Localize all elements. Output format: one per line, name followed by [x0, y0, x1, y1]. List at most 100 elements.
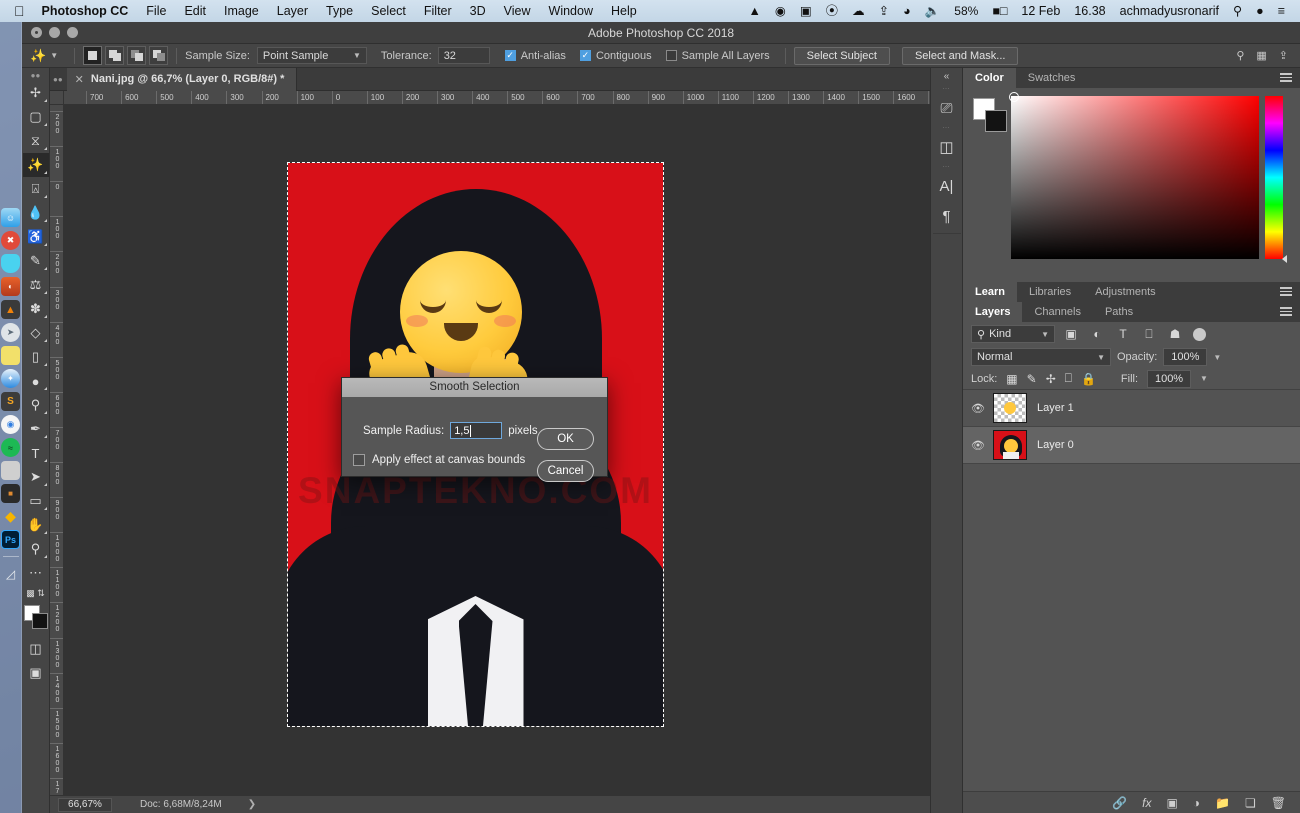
lock-all-icon[interactable]: 🔒	[1081, 372, 1096, 386]
new-group-icon[interactable]: 📁	[1215, 796, 1230, 810]
tab-learn[interactable]: Learn	[963, 282, 1017, 302]
foreground-background-colors[interactable]	[23, 605, 49, 631]
color-field[interactable]	[1009, 92, 1259, 259]
clone-stamp-tool[interactable]: ⚖	[23, 273, 49, 297]
dock-item-paragon-ntfs[interactable]	[1, 254, 20, 273]
rectangular-marquee-tool[interactable]: ▢	[23, 105, 49, 129]
dock-item-cleanmymac[interactable]: ✖	[1, 231, 20, 250]
filter-shape-icon[interactable]: ⎕	[1139, 325, 1159, 343]
vertical-ruler[interactable]: 2001000100200300400500600700800900100011…	[50, 105, 64, 795]
color-swatch-pair[interactable]	[973, 98, 1007, 132]
vlc-icon[interactable]: ▲	[742, 0, 768, 22]
layer-filter-kind-select[interactable]: ⚲ Kind ▼	[971, 325, 1055, 343]
canvas-viewport[interactable]: SNAPTEKNO.COM Smooth Selection Sample Ra…	[64, 105, 930, 795]
maximize-window-button[interactable]	[67, 27, 78, 38]
lock-artboard-icon[interactable]: ⎕	[1065, 371, 1072, 386]
menu-layer[interactable]: Layer	[268, 0, 317, 22]
filter-pixel-icon[interactable]: ▣	[1061, 325, 1081, 343]
arrange-documents-icon[interactable]: ▦	[1256, 49, 1266, 62]
layer-visibility-icon[interactable]: 👁	[963, 439, 993, 452]
battery-icon[interactable]: ■□	[985, 0, 1014, 22]
dock-item-stickies[interactable]	[1, 346, 20, 365]
tab-libraries[interactable]: Libraries	[1017, 282, 1083, 302]
path-selection-tool[interactable]: ➤	[23, 465, 49, 489]
panel-menu-icon[interactable]	[1280, 287, 1292, 298]
move-tool[interactable]: ✢	[23, 81, 49, 105]
panel-grip[interactable]: ⋯	[936, 84, 958, 93]
hand-tool[interactable]: ✋	[23, 513, 49, 537]
tab-layers[interactable]: Layers	[963, 302, 1023, 322]
new-layer-icon[interactable]: ❏	[1245, 796, 1256, 810]
horizontal-ruler[interactable]: 700 600 500 400 300 200 100 0 100 200 300 400 500 600…	[64, 91, 930, 105]
pen-tool[interactable]: ✒	[23, 417, 49, 441]
panel-grip[interactable]: ⋯	[936, 123, 958, 132]
layer-style-fx-icon[interactable]: fx	[1142, 796, 1151, 810]
search-icon[interactable]: ⚲	[1236, 49, 1244, 62]
blur-tool[interactable]: ●	[23, 369, 49, 393]
notification-center-icon[interactable]: ≡	[1271, 0, 1292, 22]
add-to-selection-button[interactable]	[105, 46, 125, 65]
layer-thumbnail[interactable]	[993, 430, 1027, 460]
rectangle-tool[interactable]: ▭	[23, 489, 49, 513]
gradient-tool[interactable]: ▯	[23, 345, 49, 369]
layer-name[interactable]: Layer 0	[1037, 439, 1074, 451]
tab-channels[interactable]: Channels	[1022, 302, 1092, 322]
history-panel-icon[interactable]: ⎚	[932, 93, 962, 123]
lock-image-pixels-icon[interactable]: ✎	[1027, 372, 1037, 386]
share-icon[interactable]: ⇪	[1279, 49, 1288, 62]
layer-name[interactable]: Layer 1	[1037, 402, 1074, 414]
cleanmymac-icon[interactable]: ◉	[768, 0, 793, 22]
ok-button[interactable]: OK	[537, 428, 594, 450]
menu-view[interactable]: View	[495, 0, 540, 22]
tab-color[interactable]: Color	[963, 68, 1016, 88]
dock-item-photoshop[interactable]: Ps	[1, 530, 20, 549]
background-color-swatch[interactable]	[31, 613, 48, 629]
panel-menu-icon[interactable]	[1280, 307, 1292, 318]
filter-toggle-switch[interactable]	[1193, 327, 1206, 341]
menubar-time[interactable]: 16.38	[1067, 0, 1112, 22]
cancel-button[interactable]: Cancel	[537, 460, 594, 482]
menu-select[interactable]: Select	[362, 0, 415, 22]
link-layers-icon[interactable]: 🔗	[1112, 796, 1127, 810]
history-brush-tool[interactable]: ✽	[23, 297, 49, 321]
lock-position-icon[interactable]: ✢	[1046, 372, 1056, 386]
fill-input[interactable]: 100%	[1147, 369, 1192, 388]
color-picker-handle[interactable]	[1009, 92, 1019, 102]
hue-slider[interactable]	[1265, 96, 1287, 263]
volume-icon[interactable]: 🔈	[918, 0, 948, 22]
tolerance-input[interactable]: 32	[437, 47, 490, 64]
lasso-tool[interactable]: ⧖	[23, 129, 49, 153]
cloud-icon[interactable]: ☁	[845, 0, 872, 22]
dock-item-app-notes[interactable]	[1, 461, 20, 480]
blend-mode-select[interactable]: Normal ▼	[971, 348, 1111, 366]
dock-item-sketch[interactable]: ◆	[1, 507, 20, 526]
contiguous-checkbox[interactable]: ✓ Contiguous	[573, 50, 659, 62]
zoom-level-input[interactable]: 66,67%	[58, 797, 112, 812]
edit-toolbar-tool[interactable]: ⋯	[23, 561, 49, 585]
dock-item-finder[interactable]: ☺	[1, 208, 20, 227]
anti-alias-checkbox[interactable]: ✓ Anti-alias	[498, 50, 573, 62]
background-color-swatch[interactable]	[985, 110, 1007, 132]
new-adjustment-layer-icon[interactable]: ◑	[1193, 796, 1200, 810]
zoom-tool[interactable]: ⚲	[23, 537, 49, 561]
apple-icon[interactable]: 	[10, 0, 36, 22]
sample-radius-input[interactable]: 1,5	[450, 422, 503, 439]
dock-item-spotify[interactable]: ≈	[1, 438, 20, 457]
chevron-down-icon[interactable]: ▼	[1200, 374, 1208, 383]
search-icon[interactable]: ⚲	[1226, 0, 1249, 22]
dock-item-vlc[interactable]: ▲	[1, 300, 20, 319]
intersect-selection-button[interactable]	[149, 46, 169, 65]
default-colors-swap[interactable]: ▩ ⇅	[23, 585, 49, 601]
dock-item-safari[interactable]: ✦	[1, 369, 20, 388]
menubar-user[interactable]: achmadyusronarif	[1113, 0, 1226, 22]
chevron-right-icon[interactable]: ❯	[248, 799, 256, 810]
select-subject-button[interactable]: Select Subject	[793, 46, 890, 65]
quick-mask-mode-button[interactable]: ◫	[23, 637, 49, 661]
double-chevron-left-icon[interactable]: «	[944, 70, 950, 84]
layer-thumbnail[interactable]	[993, 393, 1027, 423]
panel-grip[interactable]: ●●	[50, 75, 67, 84]
character-panel-icon[interactable]: A|	[932, 171, 962, 201]
spot-healing-brush-tool[interactable]: ♿	[23, 225, 49, 249]
filter-type-icon[interactable]: T	[1113, 325, 1133, 343]
dock-item-google-chrome[interactable]: ◉	[1, 415, 20, 434]
